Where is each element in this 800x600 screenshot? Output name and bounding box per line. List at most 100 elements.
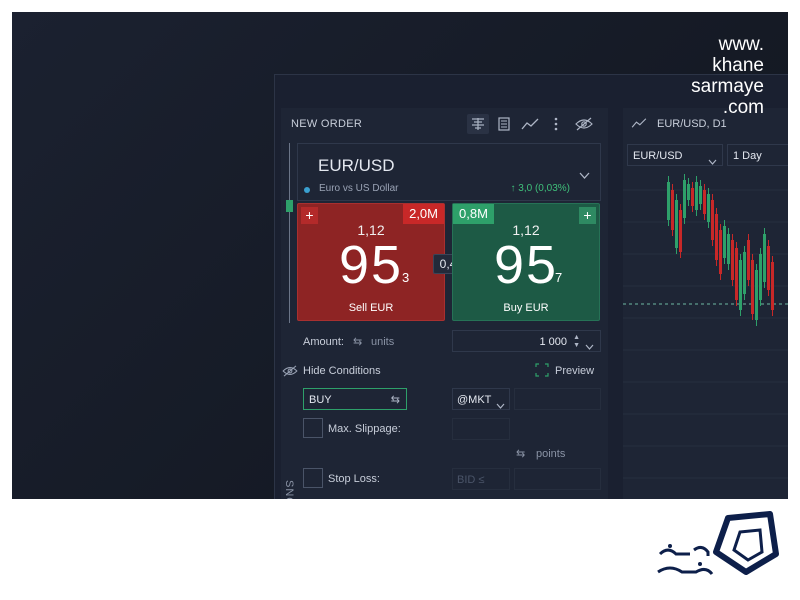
candle-body xyxy=(723,226,726,258)
candle-body xyxy=(707,194,710,222)
stop-loss-checkbox[interactable] xyxy=(303,468,323,488)
candles xyxy=(667,174,774,326)
chevron-down-icon[interactable] xyxy=(496,396,505,414)
chevron-down-icon[interactable] xyxy=(585,337,594,355)
order-type-select[interactable]: @MKT xyxy=(452,388,510,410)
chart-grid xyxy=(623,189,788,479)
candle-body xyxy=(719,230,722,274)
calculator-icon[interactable] xyxy=(493,114,515,134)
slippage-input[interactable] xyxy=(452,418,510,440)
amount-input[interactable]: 1 000 ▲ ▼ xyxy=(452,330,601,352)
candle-body xyxy=(735,248,738,300)
eye-off-icon[interactable] xyxy=(282,364,298,382)
candle-body xyxy=(695,182,698,210)
slippage-unit[interactable]: points xyxy=(536,448,565,460)
vertical-tab-label[interactable]: SNO xyxy=(283,480,295,499)
watermark-line: www. xyxy=(718,34,764,55)
buy-volume: 0,8M xyxy=(453,204,494,224)
candle-body xyxy=(711,200,714,240)
candle-body xyxy=(751,260,754,314)
chart-symbol-value: EUR/USD xyxy=(633,150,683,162)
candle-body xyxy=(679,210,682,252)
candle-body xyxy=(675,200,678,248)
stop-loss-label: Stop Loss: xyxy=(328,473,380,485)
preview-button[interactable]: Preview xyxy=(555,365,594,377)
candlestick-chart[interactable] xyxy=(623,170,788,499)
chart-panel: EUR/USD, D1 EUR/USD 1 Day xyxy=(623,108,788,499)
candle-body xyxy=(703,190,706,214)
candle-body xyxy=(767,246,770,290)
instrument-change: ↑ 3,0 (0,03%) xyxy=(510,183,570,194)
rail-marker xyxy=(286,200,293,212)
candle-body xyxy=(715,214,718,260)
instrument-description: Euro vs US Dollar xyxy=(319,183,399,194)
ladder-icon[interactable] xyxy=(467,114,489,134)
instrument-status-dot xyxy=(304,187,310,193)
swap-icon[interactable]: ⇆ xyxy=(391,393,400,406)
stop-loss-placeholder: BID ≤ xyxy=(457,474,485,486)
candle-body xyxy=(747,240,750,280)
watermark-text: www. khane sarmaye .com xyxy=(691,34,764,118)
candle-body xyxy=(699,186,702,204)
order-side-value: BUY xyxy=(309,394,332,406)
buy-action-label: Buy EUR xyxy=(503,302,549,314)
brand-logo xyxy=(657,511,779,575)
candle-body xyxy=(743,252,746,294)
watermark-line: khane xyxy=(712,55,764,76)
candle-body xyxy=(771,262,774,310)
slippage-label: Max. Slippage: xyxy=(328,423,401,435)
buy-price-pip: 7 xyxy=(555,270,563,285)
watermark-line: sarmaye xyxy=(691,76,764,97)
amount-label: Amount: xyxy=(303,336,344,348)
stop-loss-input[interactable]: BID ≤ xyxy=(452,468,510,490)
stepper-icon[interactable]: ▲ ▼ xyxy=(573,334,580,350)
sell-price-tile[interactable]: + 2,0M 1,12 95 3 Sell EUR xyxy=(297,203,445,321)
chevron-down-icon[interactable] xyxy=(708,152,717,170)
stop-loss-secondary-input[interactable] xyxy=(514,468,601,490)
trading-screen: NEW ORDER EUR/USD Euro vs US Dollar ↑ 3,… xyxy=(12,12,788,499)
order-panel-header: NEW ORDER xyxy=(281,108,608,140)
chart-symbol-select[interactable]: EUR/USD xyxy=(627,144,723,166)
buy-price-tile[interactable]: 0,8M + 1,12 95 7 Buy EUR xyxy=(452,203,600,321)
candle-body xyxy=(759,254,762,300)
amount-value: 1 000 xyxy=(539,336,567,348)
candle-body xyxy=(727,234,730,264)
new-order-panel: NEW ORDER EUR/USD Euro vs US Dollar ↑ 3,… xyxy=(281,108,608,499)
instrument-symbol: EUR/USD xyxy=(318,156,395,175)
order-side-select[interactable]: BUY ⇆ xyxy=(303,388,407,410)
amount-unit[interactable]: units xyxy=(371,336,394,348)
image-frame: NEW ORDER EUR/USD Euro vs US Dollar ↑ 3,… xyxy=(0,0,800,600)
hide-conditions-link[interactable]: Hide Conditions xyxy=(303,365,381,377)
candle-body xyxy=(687,184,690,200)
chart-period-value: 1 Day xyxy=(733,150,762,162)
candle-body xyxy=(683,180,686,218)
candle-body xyxy=(691,188,694,206)
candle-body xyxy=(763,234,766,282)
candle-body xyxy=(731,240,734,280)
slippage-checkbox[interactable] xyxy=(303,418,323,438)
chevron-down-icon[interactable] xyxy=(579,166,590,184)
trading-platform-window: NEW ORDER EUR/USD Euro vs US Dollar ↑ 3,… xyxy=(274,74,788,499)
sell-action-label: Sell EUR xyxy=(348,302,394,314)
chart-line-icon[interactable] xyxy=(519,114,541,134)
more-vertical-icon[interactable] xyxy=(545,114,567,134)
candle-body xyxy=(667,182,670,220)
sell-volume: 2,0M xyxy=(403,204,444,224)
watermark-line: .com xyxy=(722,97,764,118)
candle-body xyxy=(739,260,742,310)
candle-body xyxy=(755,270,758,320)
sell-price-pip: 3 xyxy=(402,270,410,285)
order-side-rail xyxy=(289,143,290,323)
order-price-input[interactable] xyxy=(514,388,601,410)
order-type-value: @MKT xyxy=(457,394,492,406)
eye-off-icon[interactable] xyxy=(573,114,595,134)
buy-price-big: 95 xyxy=(493,235,559,295)
chart-line-icon[interactable] xyxy=(631,116,647,134)
candle-body xyxy=(671,190,674,230)
sell-price-big: 95 xyxy=(338,235,404,295)
chart-period-select[interactable]: 1 Day xyxy=(727,144,788,166)
preview-icon[interactable] xyxy=(535,363,549,382)
swap-icon[interactable]: ⇆ xyxy=(353,335,362,348)
chart-title: EUR/USD, D1 xyxy=(657,118,727,130)
swap-icon[interactable]: ⇆ xyxy=(516,447,525,460)
